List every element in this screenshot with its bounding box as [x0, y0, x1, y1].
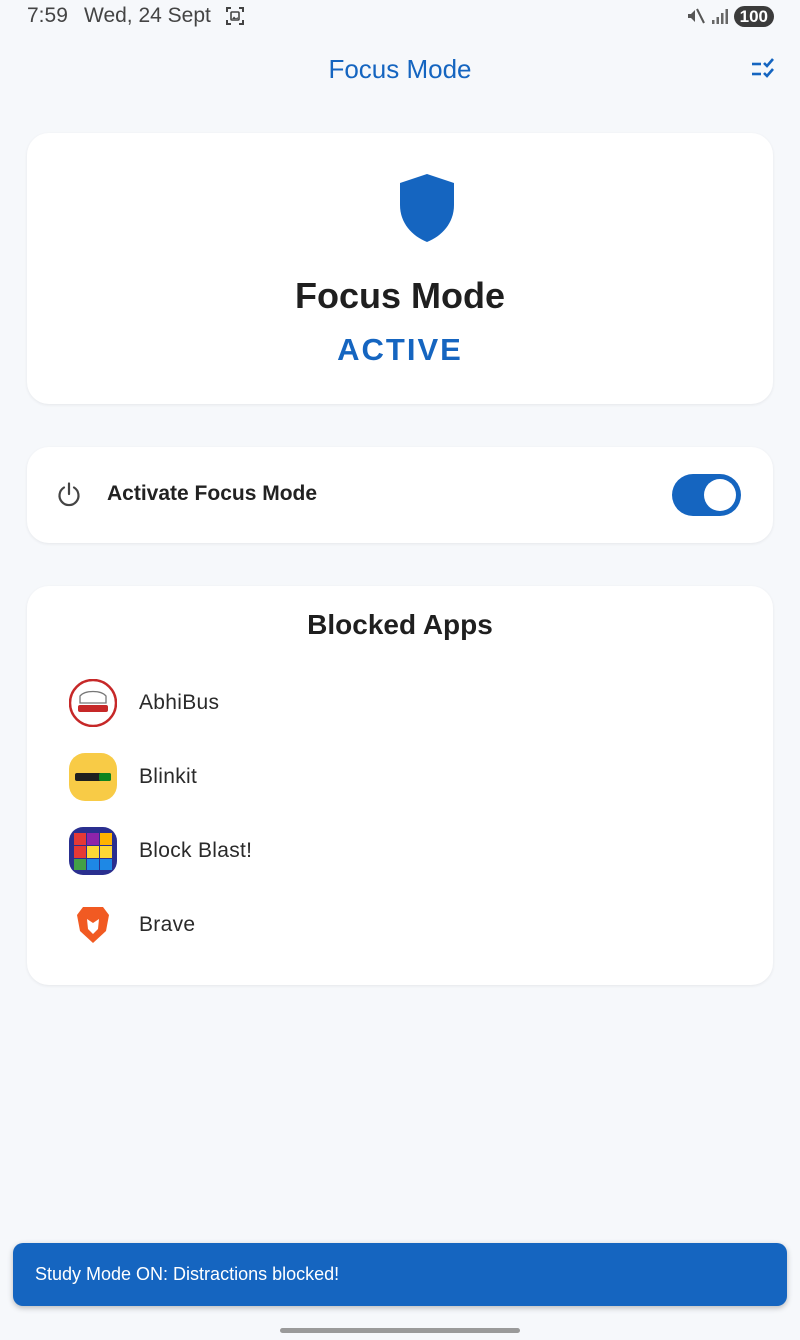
blinkit-icon — [69, 753, 117, 801]
status-time: 7:59 — [27, 4, 68, 27]
focus-status-card: Focus Mode ACTIVE — [27, 133, 773, 404]
list-item[interactable]: Blinkit — [27, 740, 773, 814]
screenshot-icon — [225, 6, 245, 26]
abhibus-icon — [68, 678, 118, 728]
signal-icon — [711, 7, 729, 25]
brave-icon — [69, 901, 117, 949]
snackbar-message: Study Mode ON: Distractions blocked! — [35, 1264, 340, 1284]
battery-badge: 100 — [733, 5, 774, 27]
app-title: Focus Mode — [328, 54, 472, 84]
power-icon — [56, 482, 82, 508]
list-item[interactable]: AbhiBus — [27, 666, 773, 740]
mute-icon — [685, 6, 705, 26]
checklist-icon — [750, 58, 780, 88]
status-title: Focus Mode — [294, 275, 505, 316]
list-item[interactable]: Block Blast! — [27, 814, 773, 888]
focus-mode-switch[interactable] — [672, 474, 741, 516]
home-indicator[interactable] — [280, 1328, 520, 1333]
list-item[interactable]: Brave — [27, 888, 773, 962]
status-state: ACTIVE — [337, 332, 463, 367]
status-date: Wed, 24 Sept — [84, 4, 211, 27]
app-name: AbhiBus — [139, 691, 220, 714]
block-blast-icon — [69, 827, 117, 875]
switch-thumb — [704, 479, 736, 511]
toggle-label: Activate Focus Mode — [107, 482, 318, 505]
app-name: Blinkit — [139, 765, 198, 788]
status-right: 100 — [685, 4, 774, 28]
app-bar: Focus Mode — [0, 32, 800, 108]
blocked-apps-list: AbhiBus Blinkit Block Blast! Brave — [27, 666, 773, 962]
blocked-apps-title: Blocked Apps — [307, 609, 493, 640]
snackbar: Study Mode ON: Distractions blocked! — [13, 1243, 787, 1306]
status-bar: 7:59 Wed, 24 Sept 100 — [0, 0, 800, 32]
shield-icon — [398, 173, 456, 243]
checklist-button[interactable] — [750, 56, 780, 84]
app-name: Brave — [139, 913, 196, 936]
blocked-apps-card: Blocked Apps AbhiBus Blinkit Block Blast… — [27, 586, 773, 985]
activate-toggle-card: Activate Focus Mode — [27, 447, 773, 543]
app-name: Block Blast! — [139, 839, 253, 862]
